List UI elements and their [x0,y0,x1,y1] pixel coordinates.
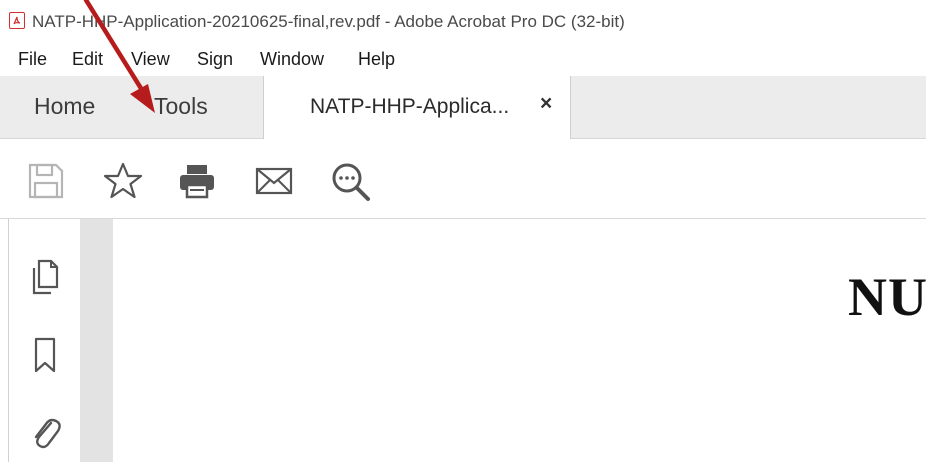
quick-tools-toolbar [0,139,926,219]
tab-document[interactable]: NATP-HHP-Applica... × [263,76,571,139]
title-bar: NATP-HHP-Application-20210625-final,rev.… [0,0,926,40]
page-thumbnails-icon[interactable] [27,257,63,297]
email-icon[interactable] [254,161,294,201]
menu-help[interactable]: Help [358,49,395,70]
tab-bar: Home Tools NATP-HHP-Applica... × [0,76,926,139]
navigation-pane [8,219,80,462]
bookmark-star-icon[interactable] [102,161,143,201]
menu-window[interactable]: Window [260,49,324,70]
menu-file[interactable]: File [18,49,47,70]
acrobat-pdf-icon [9,12,25,29]
document-heading-text: NU [848,267,926,327]
tab-document-label: NATP-HHP-Applica... [310,95,510,118]
attachments-icon[interactable] [27,413,63,453]
menu-sign[interactable]: Sign [197,49,233,70]
menu-bar: File Edit View Sign Window Help [0,44,926,74]
bookmarks-icon[interactable] [27,335,63,375]
tab-tools[interactable]: Tools [154,93,208,120]
document-gutter [80,219,113,462]
window-title: NATP-HHP-Application-20210625-final,rev.… [32,12,625,31]
print-icon[interactable] [177,161,217,201]
menu-edit[interactable]: Edit [72,49,103,70]
save-icon[interactable] [26,161,66,201]
search-zoom-icon[interactable] [330,161,370,201]
menu-view[interactable]: View [131,49,170,70]
document-page[interactable]: NU [113,219,926,462]
close-tab-icon[interactable]: × [540,92,552,116]
tab-home[interactable]: Home [34,93,95,120]
